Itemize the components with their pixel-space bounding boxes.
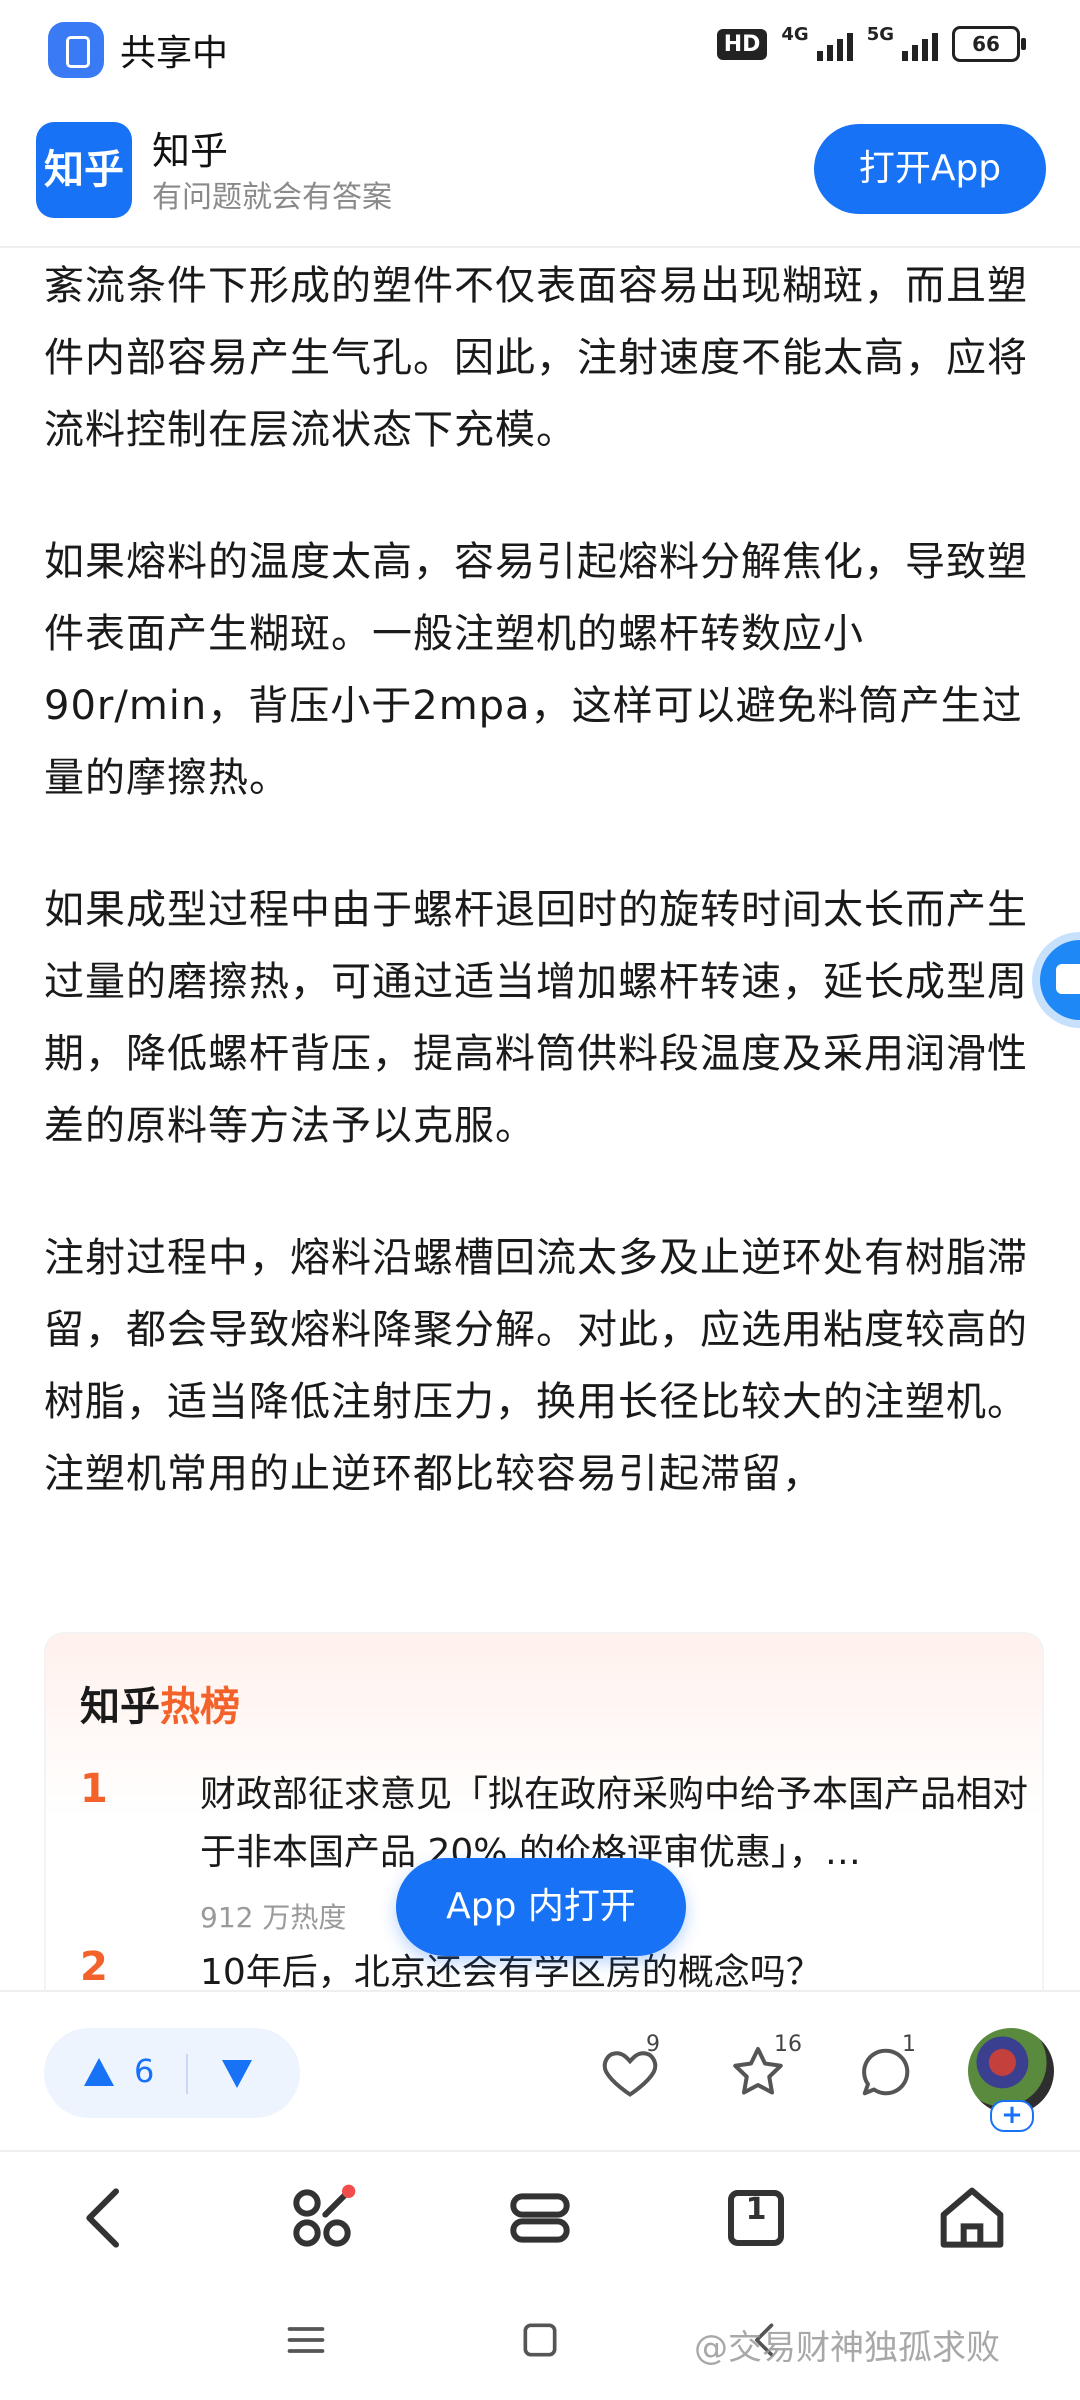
signal-icon [816, 27, 853, 61]
tabs-button[interactable]: 1 [716, 2178, 796, 2258]
comment-button[interactable]: 1 [856, 2032, 926, 2112]
article-paragraph: 注射过程中，熔料沿螺槽回流太多及止逆环处有树脂滞留，都会导致熔料降聚分解。对此，… [44, 1235, 1028, 1497]
watermark: @交易财神独孤求败 [694, 2328, 1000, 2368]
menu-button[interactable] [500, 2178, 580, 2258]
open-app-button[interactable]: 打开App [814, 124, 1046, 214]
hot-rank: 1 [80, 1766, 108, 1812]
article-paragraph: 紊流条件下形成的塑件不仅表面容易出现糊斑，而且塑件内部容易产生气孔。因此，注射速… [44, 263, 1028, 453]
follow-plus-icon[interactable]: + [990, 2100, 1034, 2132]
video-camera-icon [1056, 964, 1080, 994]
open-in-app-button[interactable]: App 内打开 [396, 1858, 686, 1956]
article-paragraph: 如果成型过程中由于螺杆退回时的旋转时间太长而产生过量的磨擦热，可通过适当增加螺杆… [44, 887, 1028, 1149]
favorite-count: 16 [774, 2032, 802, 2057]
comment-count: 1 [902, 2032, 916, 2057]
hamburger-icon [287, 2327, 325, 2353]
upvote-icon[interactable] [84, 2058, 114, 2086]
signal-icon [902, 27, 938, 61]
floating-video-button[interactable] [1040, 940, 1080, 1020]
hot-list-title: 知乎热榜 [80, 1684, 240, 1730]
zhihu-logo: 知乎 [36, 122, 132, 218]
vote-control: 6 [44, 2028, 300, 2118]
upvote-count: 6 [134, 2052, 155, 2090]
apps-nodes-icon [293, 2184, 356, 2247]
stack-menu-icon [510, 2193, 570, 2243]
status-bar: 共享中 HD 4G 5G 66 [0, 0, 1080, 100]
system-navigation-bar: @交易财神独孤求败 [0, 2280, 1080, 2400]
like-count: 9 [646, 2032, 660, 2057]
like-button[interactable]: 9 [600, 2032, 670, 2112]
favorite-button[interactable]: 16 [728, 2032, 802, 2112]
article-paragraph: 如果熔料的温度太高，容易引起熔料分解焦化，导致塑件表面产生糊斑。一般注塑机的螺杆… [44, 539, 1028, 801]
home-icon [940, 2187, 1004, 2248]
chevron-left-icon [86, 2188, 119, 2248]
network-type-label: 5G [866, 24, 894, 45]
back-button[interactable] [66, 2178, 146, 2258]
downvote-icon[interactable] [222, 2060, 252, 2088]
hot-rank: 2 [80, 1944, 108, 1990]
banner-subtitle: 有问题就会有答案 [152, 180, 392, 215]
battery-icon: 66 [952, 26, 1026, 62]
tab-count: 1 [745, 2192, 767, 2227]
system-home-button[interactable] [518, 2318, 562, 2366]
home-button[interactable] [932, 2178, 1012, 2258]
square-icon [523, 2323, 557, 2357]
banner-title: 知乎 [152, 129, 229, 173]
article-body: 紊流条件下形成的塑件不仅表面容易出现糊斑，而且塑件内部容易产生气孔。因此，注射速… [44, 250, 1040, 1570]
ai-assistant-button[interactable] [282, 2178, 362, 2258]
share-status-label: 共享中 [120, 33, 229, 74]
status-icons: HD 4G 5G 66 [716, 24, 1026, 62]
hot-item-heat: 912 万热度 [200, 1901, 347, 1934]
network-type-label: 4G [781, 24, 809, 45]
app-download-banner: 知乎 知乎 有问题就会有答案 打开App [0, 100, 1080, 248]
screen-share-icon[interactable] [48, 22, 104, 78]
browser-toolbar: 1 [0, 2150, 1080, 2282]
answer-action-bar: 6 9 16 1 + [0, 1990, 1080, 2152]
recent-apps-button[interactable] [284, 2318, 328, 2366]
hd-icon: HD [716, 28, 768, 60]
